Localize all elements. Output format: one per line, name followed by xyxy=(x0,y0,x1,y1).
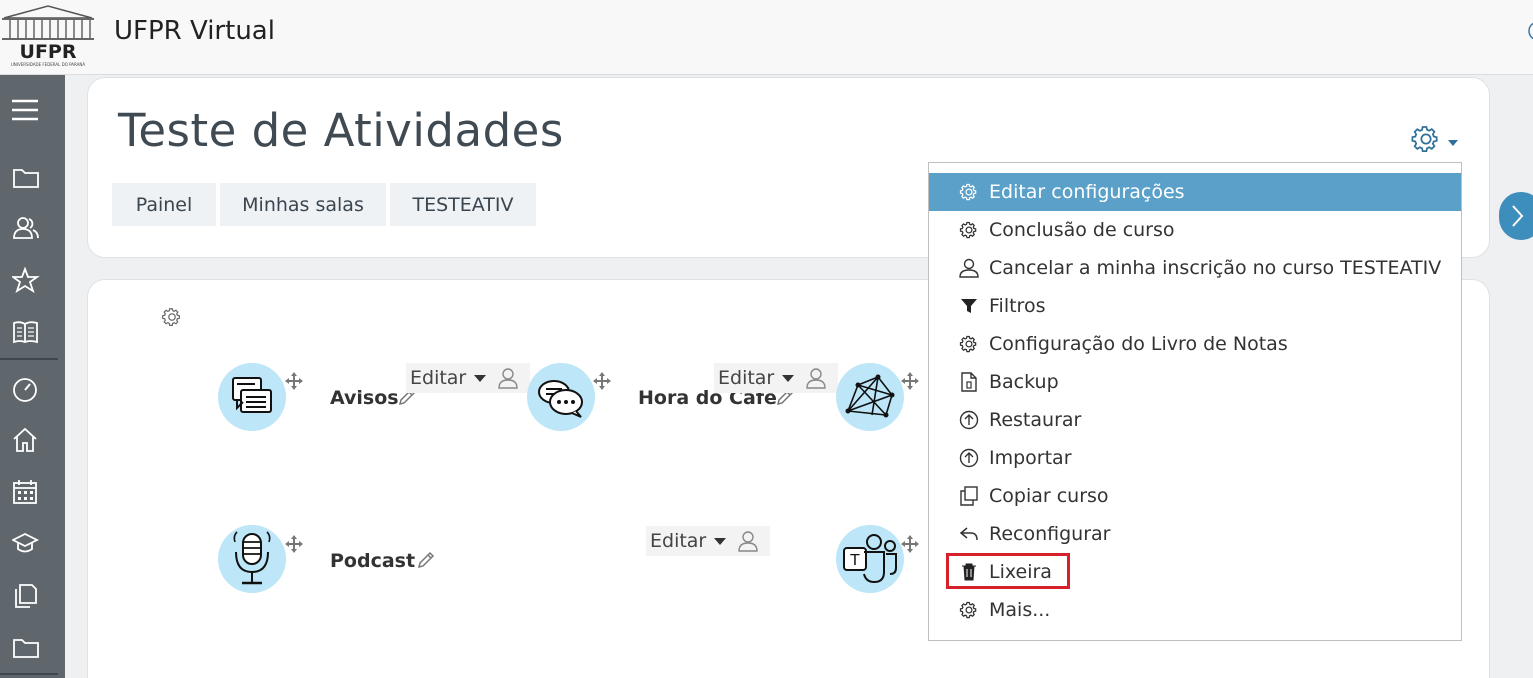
users-icon[interactable] xyxy=(0,203,65,253)
pencil-icon[interactable] xyxy=(416,550,436,570)
file-icon xyxy=(959,372,979,392)
calendar-icon[interactable] xyxy=(0,467,65,517)
site-name[interactable]: UFPR Virtual xyxy=(114,16,275,46)
ufpr-logo[interactable]: UFPR UNIVERSIDADE FEDERAL DO PARANÁ xyxy=(0,2,96,68)
move-icon[interactable] xyxy=(900,534,920,554)
edit-menu-avisos[interactable]: Editar xyxy=(406,363,530,393)
filter-icon xyxy=(959,296,979,316)
star-icon[interactable] xyxy=(0,255,65,305)
menu-icon[interactable] xyxy=(0,85,65,135)
breadcrumb: Painel Minhas salas TESTEATIV xyxy=(112,183,536,226)
edit-label: Editar xyxy=(650,530,707,552)
activity-name-podcast[interactable]: Podcast xyxy=(330,550,415,572)
home-icon[interactable] xyxy=(0,415,65,465)
gear-icon xyxy=(959,220,979,240)
course-actions-button[interactable] xyxy=(1410,122,1466,156)
upload-icon xyxy=(959,410,979,430)
move-icon[interactable] xyxy=(900,371,920,391)
highlight-annotation-box xyxy=(946,553,1070,589)
dashboard-icon[interactable] xyxy=(0,365,65,415)
folder-icon[interactable] xyxy=(0,623,65,673)
edit-label: Editar xyxy=(410,367,467,389)
breadcrumb-item-painel[interactable]: Painel xyxy=(112,183,216,226)
gear-icon xyxy=(959,600,979,620)
page-title: Teste de Atividades xyxy=(118,104,564,157)
menu-item-backup[interactable]: Backup xyxy=(929,363,1461,401)
edit-menu-hora-do-cafe[interactable]: Editar xyxy=(714,363,838,393)
microphone-icon[interactable] xyxy=(218,525,286,593)
breadcrumb-item-minhas-salas[interactable]: Minhas salas xyxy=(220,183,386,226)
rail-divider xyxy=(0,673,58,675)
chat-bubbles-icon[interactable] xyxy=(527,363,595,431)
top-navbar: UFPR UNIVERSIDADE FEDERAL DO PARANÁ UFPR… xyxy=(0,0,1533,75)
section-settings-gear-icon[interactable] xyxy=(161,306,183,328)
activity-name-avisos[interactable]: Avisos xyxy=(330,387,399,409)
documents-icon[interactable] xyxy=(0,571,65,621)
gear-icon xyxy=(1411,126,1438,152)
edit-label: Editar xyxy=(718,367,775,389)
network-icon[interactable] xyxy=(836,363,904,431)
gear-icon xyxy=(959,334,979,354)
user-icon[interactable] xyxy=(498,367,518,389)
folder-icon[interactable] xyxy=(0,153,65,203)
book-icon[interactable] xyxy=(0,307,65,357)
menu-item-cancelar-inscricao[interactable]: Cancelar a minha inscrição no curso TEST… xyxy=(929,249,1461,287)
forum-icon[interactable] xyxy=(218,363,286,431)
upload-icon xyxy=(959,448,979,468)
reply-icon xyxy=(959,524,979,544)
svg-text:T: T xyxy=(849,551,860,569)
gear-icon xyxy=(959,182,979,202)
move-icon[interactable] xyxy=(592,371,612,391)
right-drawer-toggle[interactable] xyxy=(1499,192,1533,240)
chevron-down-icon xyxy=(782,374,795,382)
menu-item-restaurar[interactable]: Restaurar xyxy=(929,401,1461,439)
graduation-cap-icon[interactable] xyxy=(0,519,65,569)
globe-icon[interactable] xyxy=(1520,18,1533,44)
logo-subtext: UNIVERSIDADE FEDERAL DO PARANÁ xyxy=(11,62,86,67)
menu-item-filtros[interactable]: Filtros xyxy=(929,287,1461,325)
menu-item-copiar-curso[interactable]: Copiar curso xyxy=(929,477,1461,515)
user-icon[interactable] xyxy=(806,367,826,389)
menu-item-mais[interactable]: Mais... xyxy=(929,591,1461,629)
menu-item-reconfigurar[interactable]: Reconfigurar xyxy=(929,515,1461,553)
user-icon[interactable] xyxy=(738,530,758,552)
teams-icon[interactable]: T xyxy=(836,525,904,593)
menu-item-editar-configuracoes[interactable]: Editar configurações xyxy=(929,173,1461,211)
edit-menu-podcast[interactable]: Editar xyxy=(646,526,770,556)
rail-divider xyxy=(0,358,58,360)
copy-icon xyxy=(959,486,979,506)
move-icon[interactable] xyxy=(284,371,304,391)
menu-item-configuracao-livro-notas[interactable]: Configuração do Livro de Notas xyxy=(929,325,1461,363)
chevron-right-icon xyxy=(1512,205,1524,227)
menu-item-importar[interactable]: Importar xyxy=(929,439,1461,477)
breadcrumb-item-testeativ[interactable]: TESTEATIV xyxy=(390,183,536,226)
chevron-down-icon xyxy=(1448,140,1458,146)
logo-text: UFPR xyxy=(20,41,77,63)
menu-item-conclusao-de-curso[interactable]: Conclusão de curso xyxy=(929,211,1461,249)
left-drawer-rail xyxy=(0,75,65,678)
chevron-down-icon xyxy=(714,537,727,545)
user-icon xyxy=(959,258,979,278)
chevron-down-icon xyxy=(474,374,487,382)
move-icon[interactable] xyxy=(284,534,304,554)
